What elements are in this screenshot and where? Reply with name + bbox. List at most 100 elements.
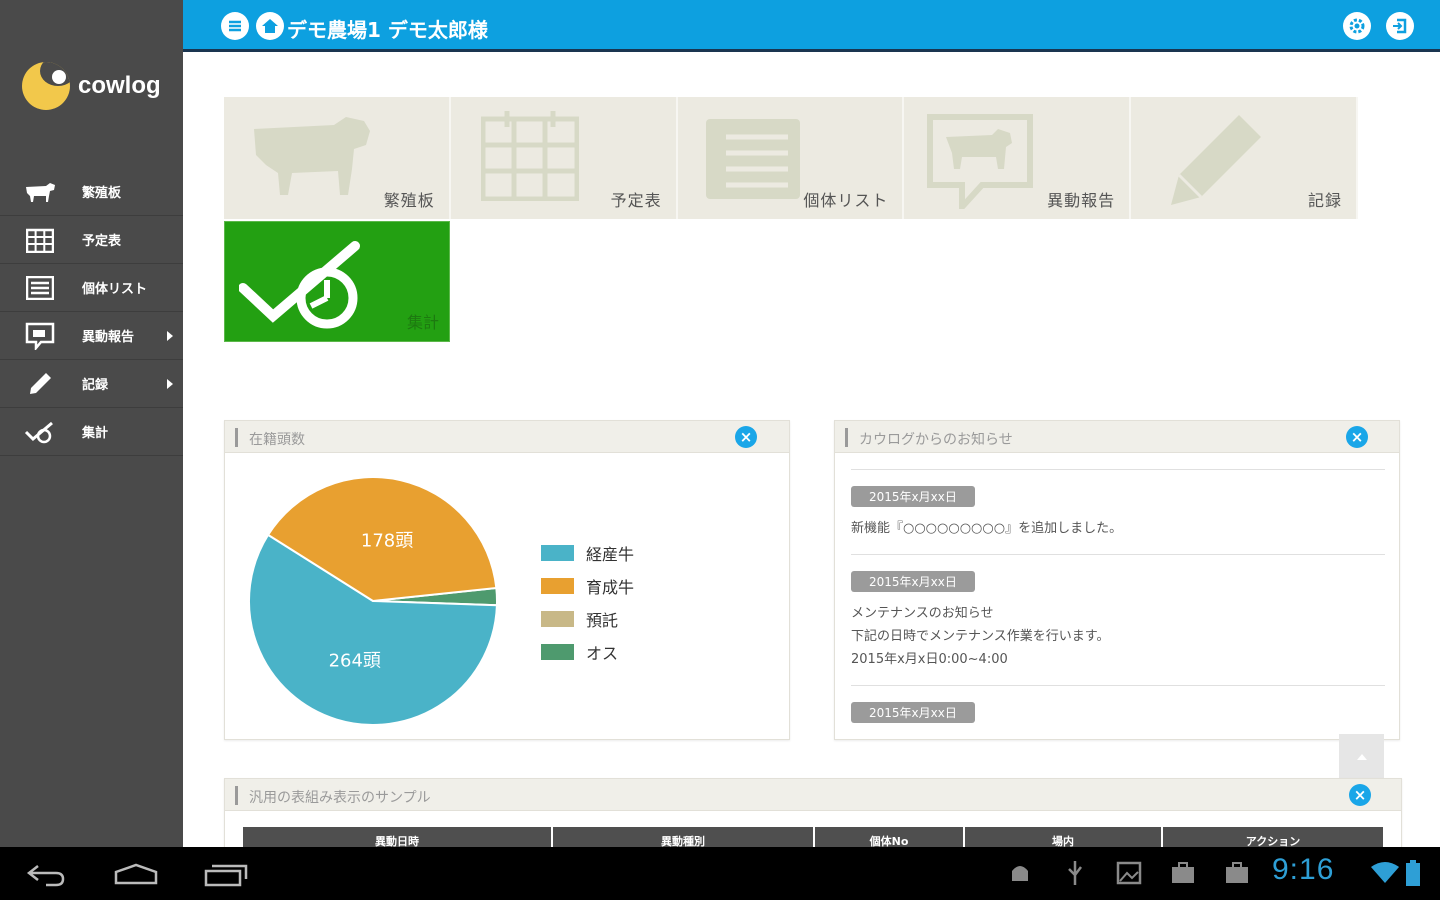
brand-logo[interactable]: cowlog [22,62,161,110]
legend-label: オス [586,643,619,663]
close-button[interactable]: × [735,426,757,448]
legend-swatch [541,577,574,594]
sidebar-item-breeding-board[interactable]: 繁殖板 [0,168,183,216]
logout-button[interactable] [1386,12,1414,40]
pie-slice-label: 264頭 [329,650,381,671]
legend-item: 育成牛 [541,569,634,602]
list-icon [705,119,800,199]
news-text: 下記の日時でメンテナンス作業を行います。 [851,629,1110,644]
shop-icon [1226,862,1248,883]
list-icon [22,274,58,302]
home-nav-icon[interactable] [114,863,158,885]
tile-animal-list[interactable]: 個体リスト [677,97,905,219]
table-column-header[interactable]: アクション [1163,827,1385,848]
report-icon [22,322,58,350]
pencil-icon [1171,115,1262,205]
settings-button[interactable] [1343,12,1371,40]
legend-swatch [541,610,574,627]
table-column-header[interactable]: 異動日時 [243,827,553,848]
legend-label: 育成牛 [586,577,635,597]
herd-count-panel: 在籍頭数 × 264頭 178頭 経産牛 育成牛 預託 オス [224,420,790,740]
tile-label: 記録 [1307,191,1342,210]
close-button[interactable]: × [1349,784,1371,806]
image-icon [1116,861,1142,885]
panel-header: カウログからのお知らせ × [835,421,1399,453]
table-column-header[interactable]: 個体No [815,827,965,848]
news-date-badge: 2015年x月xx日 [851,702,975,723]
stats-icon [239,241,360,329]
panel-title: 在籍頭数 [249,432,305,448]
sidebar-item-animal-list[interactable]: 個体リスト [0,264,183,312]
app-root: cowlog 繁殖板 予定表 個体リスト 異動報告 記録 集計 デモ農場1 デモ… [0,0,1440,900]
sidebar-item-label: 集計 [82,426,109,441]
legend-item: オス [541,635,634,668]
table-column-header[interactable]: 異動種別 [553,827,815,848]
panel-title: 汎用の表組み表示のサンプル [249,790,431,806]
news-item[interactable]: 2015年x月xx日 メンテナンスのお知らせ 下記の日時でメンテナンス作業を行います… [851,554,1385,685]
header-accent-bar [235,786,238,805]
sidebar-item-label: 予定表 [82,234,122,249]
tile-label: 個体リスト [803,191,889,210]
chart-legend: 経産牛 育成牛 預託 オス [541,536,634,668]
close-button[interactable]: × [1346,426,1368,448]
home-button[interactable] [256,12,284,40]
cow-icon [254,117,370,195]
header-accent-bar [845,428,848,447]
tile-label: 集計 [406,313,439,332]
pencil-icon [22,370,58,398]
battery-icon [1406,860,1420,886]
herd-pie-chart: 264頭 178頭 [248,476,498,726]
submenu-arrow-icon [167,331,173,341]
sidebar-item-record[interactable]: 記録 [0,360,183,408]
back-icon[interactable] [26,863,66,887]
header-accent-bar [235,428,238,447]
news-panel: カウログからのお知らせ × 2015年x月xx日新機能『○○○○○○○○○』を追… [834,420,1400,740]
pie-slice-label: 178頭 [361,531,413,552]
sidebar-item-movement-report[interactable]: 異動報告 [0,312,183,360]
calendar-icon [22,226,58,254]
news-item[interactable]: 2015年x月xx日 [851,685,1385,737]
gear-icon [1349,18,1365,34]
recent-apps-icon[interactable] [204,863,248,887]
home-icon [262,19,278,33]
table-sample-panel: 汎用の表組み表示のサンプル × 異動日時 異動種別 個体No 場内 アクション [224,778,1402,858]
sidebar-item-schedule[interactable]: 予定表 [0,216,183,264]
sidebar-item-stats[interactable]: 集計 [0,408,183,456]
stats-icon [22,418,58,446]
scroll-to-top-button[interactable] [1339,734,1384,779]
legend-swatch [541,643,574,660]
main-tiles: 繁殖板 予定表 個体リスト 異動報告 記録 [224,97,1358,219]
calendar-icon [480,111,579,201]
sidebar: cowlog 繁殖板 予定表 個体リスト 異動報告 記録 集計 [0,0,183,847]
tile-movement-report[interactable]: 異動報告 [904,97,1132,219]
sidebar-item-label: 繁殖板 [82,186,122,201]
menu-button[interactable] [221,12,249,40]
menu-icon [229,20,241,32]
news-text: 新機能『○○○○○○○○○』を追加しました。 [851,521,1123,536]
news-text: メンテナンスのお知らせ [851,606,994,621]
tile-schedule[interactable]: 予定表 [450,97,678,219]
sidebar-item-label: 異動報告 [82,330,135,345]
news-item[interactable]: 2015年x月xx日新機能『○○○○○○○○○』を追加しました。 [851,469,1385,554]
table-column-header[interactable]: 場内 [965,827,1163,848]
android-debug-icon [1012,866,1028,881]
news-text: 2015年x月x日0:00~4:00 [851,652,1008,667]
legend-item: 預託 [541,602,634,635]
report-icon [927,114,1034,209]
tile-label: 繁殖板 [383,191,435,210]
news-list: 2015年x月xx日 新機能『○○○○○○○○○』を追加しました。 2015年x月x… [851,469,1385,737]
tile-record[interactable]: 記録 [1131,97,1358,219]
tile-label: 予定表 [610,191,662,210]
status-clock: 9:16 [1272,853,1335,886]
submenu-arrow-icon [167,379,173,389]
tile-label: 異動報告 [1047,191,1116,210]
tile-stats[interactable]: 集計 [224,221,450,342]
sidebar-nav: 繁殖板 予定表 個体リスト 異動報告 記録 集計 [0,168,183,456]
tile-breeding-board[interactable]: 繁殖板 [224,97,451,219]
panel-header: 汎用の表組み表示のサンプル × [225,779,1401,811]
news-date-badge: 2015年x月xx日 [851,486,975,507]
wifi-icon [1371,862,1399,883]
table-header: 異動日時 異動種別 個体No 場内 アクション [243,827,1385,848]
brand-name: cowlog [78,72,161,99]
logout-icon [1393,18,1407,34]
